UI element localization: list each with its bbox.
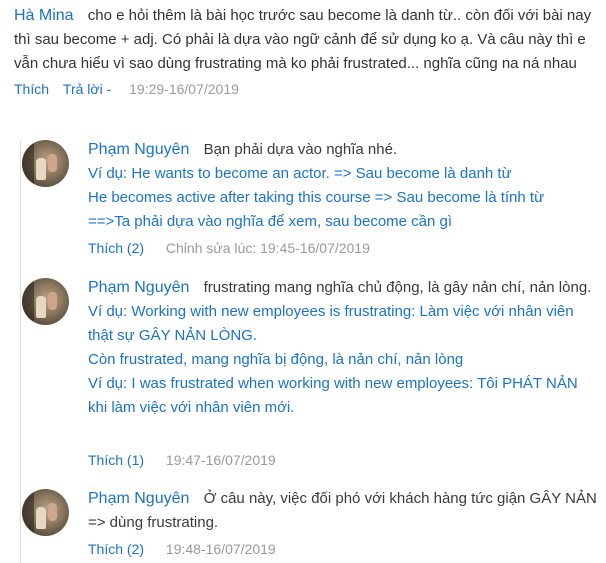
top-comment: Hà Mina cho e hỏi thêm là bài học trước … — [14, 4, 594, 99]
comment-author[interactable]: Hà Mina — [14, 7, 74, 24]
replies-thread: Phạm Nguyên Bạn phải dựa vào nghĩa nhé. … — [14, 132, 606, 563]
reply-line: Ví dụ: I was frustrated when working wit… — [88, 375, 578, 416]
avatar[interactable] — [22, 278, 69, 325]
comment-text: cho e hỏi thêm là bài học trước sau beco… — [14, 7, 592, 72]
reply-text: Bạn phải dựa vào nghĩa nhé. — [203, 141, 398, 158]
reply-text: frustrating mang nghĩa chủ động, là gây … — [203, 279, 592, 296]
reply-line: Ví dụ: He wants to become an actor. => S… — [88, 165, 512, 182]
reply-link[interactable]: Trả lời - — [63, 81, 111, 97]
reply-author[interactable]: Phạm Nguyên — [88, 279, 189, 296]
comment-timestamp: 19:29-16/07/2019 — [129, 81, 239, 97]
reply-line: Ví dụ: Working with new employees is fru… — [88, 303, 574, 344]
reply-line: He becomes active after taking this cour… — [88, 189, 545, 206]
reply-body: Phạm Nguyên Bạn phải dựa vào nghĩa nhé. … — [88, 138, 598, 234]
avatar[interactable] — [22, 140, 69, 187]
reply-meta: Thích (2) 19:48-16/07/2019 — [88, 541, 276, 557]
like-link[interactable]: Thích — [14, 81, 49, 97]
reply-timestamp: 19:47-16/07/2019 — [165, 452, 276, 468]
reply-timestamp: Chỉnh sửa lúc: 19:45-16/07/2019 — [165, 240, 370, 256]
reply-meta: Thích (1) 19:47-16/07/2019 — [88, 452, 276, 468]
comment-body: Hà Mina cho e hỏi thêm là bài học trước … — [14, 4, 594, 76]
reply-line: ==>Ta phải dựa vào nghĩa để xem, sau bec… — [88, 213, 453, 230]
reply-line: Còn frustrated, mang nghĩa bị động, là n… — [88, 351, 464, 368]
reply-timestamp: 19:48-16/07/2019 — [165, 541, 276, 557]
comment-meta: Thích Trả lời - 19:29-16/07/2019 — [14, 79, 594, 99]
like-link[interactable]: Thích (2) — [88, 541, 144, 557]
reply-meta: Thích (2) Chỉnh sửa lúc: 19:45-16/07/201… — [88, 240, 370, 256]
reply-body: Phạm Nguyên frustrating mang nghĩa chủ đ… — [88, 276, 598, 420]
like-link[interactable]: Thích (2) — [88, 240, 144, 256]
reply-body: Phạm Nguyên Ở câu này, việc đối phó với … — [88, 487, 598, 535]
reply-item: Phạm Nguyên frustrating mang nghĩa chủ đ… — [20, 270, 600, 480]
reply-author[interactable]: Phạm Nguyên — [88, 141, 189, 158]
like-link[interactable]: Thích (1) — [88, 452, 144, 468]
reply-author[interactable]: Phạm Nguyên — [88, 490, 189, 507]
reply-item: Phạm Nguyên Bạn phải dựa vào nghĩa nhé. … — [20, 132, 600, 267]
avatar[interactable] — [22, 489, 69, 536]
reply-item: Phạm Nguyên Ở câu này, việc đối phó với … — [20, 481, 600, 563]
